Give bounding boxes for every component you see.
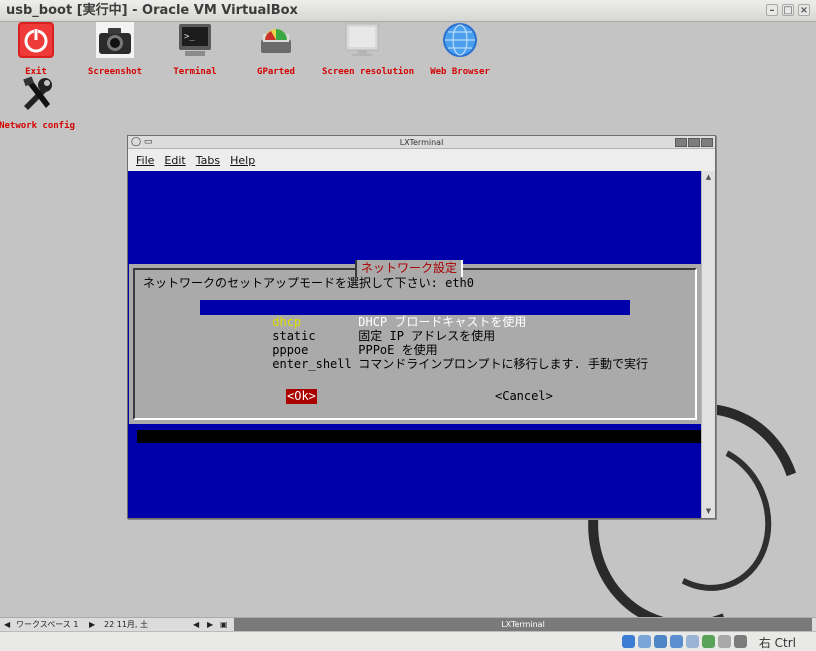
camera-icon: [96, 22, 134, 58]
monitor-icon: [345, 23, 379, 56]
dialog-prompt: ネットワークのセットアップモードを選択して下さい: eth0: [143, 276, 474, 290]
hard-disk-icon[interactable]: [622, 635, 635, 648]
vbox-titlebar: usb_boot [実行中] - Oracle VM VirtualBox – …: [0, 0, 816, 22]
desktop-icon-label: Network config: [0, 121, 75, 131]
option-tag: enter_shell: [272, 357, 352, 371]
capture-icon[interactable]: [702, 635, 715, 648]
menu-edit[interactable]: Edit: [164, 154, 185, 170]
desktop-icon-gparted[interactable]: GParted: [236, 22, 316, 77]
dialog-shadow: [137, 430, 702, 443]
window-menu-icon[interactable]: ◯ ▭: [131, 137, 152, 147]
globe-icon: [443, 23, 477, 57]
menu-option-static[interactable]: static 固定 IP アドレスを使用: [200, 314, 630, 343]
network-setup-dialog: ネットワーク設定 ネットワークのセットアップモードを選択して下さい: eth0 …: [129, 260, 701, 424]
ok-button[interactable]: <Ok>: [286, 389, 317, 404]
scroll-up-arrow-icon[interactable]: ▲: [704, 173, 713, 182]
usb-icon[interactable]: [654, 635, 667, 648]
gparted-icon: [261, 29, 291, 53]
close-button[interactable]: ×: [798, 4, 810, 16]
optical-drive-icon[interactable]: [638, 635, 651, 648]
display-icon[interactable]: [718, 635, 731, 648]
cancel-button[interactable]: <Cancel>: [495, 389, 553, 404]
menu-tabs[interactable]: Tabs: [196, 154, 220, 170]
lxterminal-titlebar[interactable]: ◯ ▭ LXTerminal: [128, 136, 715, 149]
lxterminal-window[interactable]: ◯ ▭ LXTerminal File Edit Tabs Help ネットワー…: [127, 135, 716, 519]
clock-date: 22 11月, 土: [104, 620, 148, 629]
window-title: usb_boot [実行中] - Oracle VM VirtualBox: [6, 3, 298, 18]
window-controls: – □ ×: [766, 4, 810, 16]
close-button[interactable]: [701, 138, 713, 147]
terminal-task-icon: ▣: [220, 620, 228, 629]
shared-folders-icon[interactable]: [686, 635, 699, 648]
scroll-down-arrow-icon[interactable]: ▼: [704, 507, 713, 516]
status-icons: [622, 635, 747, 648]
svg-text:>_: >_: [184, 32, 195, 42]
option-description: コマンドラインプロンプトに移行します. 手動で実行: [358, 357, 648, 371]
desktop-icon-screen-resolution[interactable]: Screen resolution: [322, 22, 415, 77]
terminal-scrollbar[interactable]: ▲ ▼: [701, 171, 715, 518]
task-next-icon[interactable]: ▶: [207, 618, 213, 631]
desktop-icon-label: GParted: [257, 67, 295, 77]
workspace-next-icon[interactable]: ▶: [89, 618, 95, 631]
menu-help[interactable]: Help: [230, 154, 255, 170]
desktop-icon-label: Screen resolution: [322, 67, 415, 77]
desktop-icon-terminal[interactable]: >_ Terminal: [155, 22, 235, 77]
lxterminal-menubar: File Edit Tabs Help: [128, 149, 715, 170]
workspace-prev-icon[interactable]: ◀: [4, 618, 10, 631]
menu-option-pppoe[interactable]: pppoe PPPoE を使用: [200, 328, 630, 357]
task-prev-icon[interactable]: ◀: [193, 618, 199, 631]
menu-option-enter-shell[interactable]: enter_shell コマンドラインプロンプトに移行します. 手動で実行: [200, 342, 648, 371]
menu-file[interactable]: File: [136, 154, 154, 170]
minimize-button[interactable]: –: [766, 4, 778, 16]
taskbar-item-lxterminal[interactable]: LXTerminal: [234, 618, 812, 631]
minimize-button[interactable]: [675, 138, 687, 147]
power-icon: [18, 22, 54, 58]
menu-option-dhcp[interactable]: dhcp DHCP ブロードキャストを使用: [200, 300, 630, 329]
desktop-icon-web-browser[interactable]: Web Browser: [420, 22, 500, 77]
maximize-button[interactable]: [688, 138, 700, 147]
terminal-screen[interactable]: ネットワーク設定 ネットワークのセットアップモードを選択して下さい: eth0 …: [128, 171, 702, 518]
network-icon[interactable]: [670, 635, 683, 648]
guest-taskbar: ◀ ワークスペース 1 ▶ 22 11月, 土 ◀ ▶ ▣ LXTerminal: [0, 617, 816, 631]
terminal-icon: >_: [179, 24, 211, 56]
maximize-button[interactable]: □: [782, 4, 794, 16]
lxterminal-window-controls: [675, 138, 713, 147]
host-key-indicator: 右 Ctrl: [758, 636, 796, 650]
guest-desktop: Exit Screenshot >_ Terminal GParted Scre…: [0, 22, 816, 617]
desktop-icon-network-config[interactable]: Network config: [0, 76, 77, 131]
lxterminal-title: LXTerminal: [399, 138, 444, 147]
desktop-icon-label: Terminal: [173, 67, 217, 77]
desktop-icon-exit[interactable]: Exit: [0, 22, 76, 77]
workspace-name: ワークスペース 1: [16, 620, 79, 629]
desktop-icon-label: Web Browser: [430, 67, 490, 77]
vbox-statusbar: 右 Ctrl: [0, 631, 816, 651]
mouse-integration-icon[interactable]: [734, 635, 747, 648]
desktop-icon-label: Screenshot: [87, 67, 143, 77]
desktop-icon-screenshot[interactable]: Screenshot: [75, 22, 155, 77]
tools-icon: [23, 76, 52, 110]
